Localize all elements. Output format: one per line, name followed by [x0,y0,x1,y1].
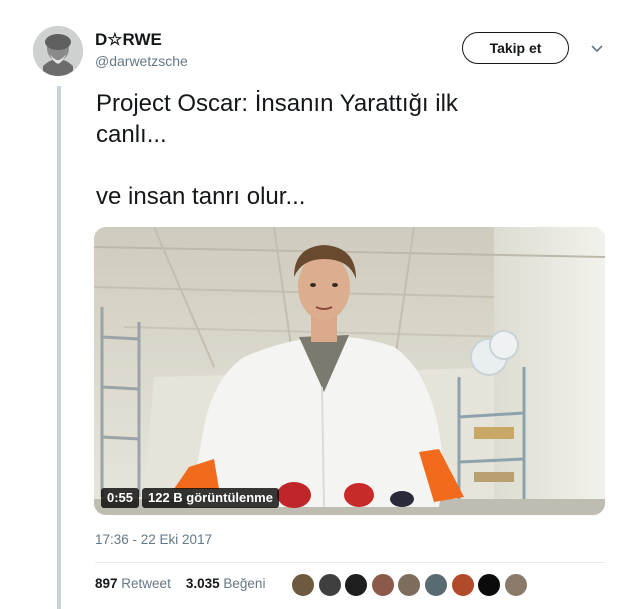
like-label[interactable]: Beğeni [223,576,265,591]
video-player[interactable] [94,227,605,515]
avatar-portrait-icon [33,26,83,76]
like-count[interactable]: 3.035 [186,576,220,591]
retweet-label[interactable]: Retweet [121,576,171,591]
liker-avatar[interactable] [291,573,315,597]
liker-avatar[interactable] [503,573,528,597]
liker-avatar[interactable] [450,573,475,597]
tweet-line: Project Oscar: İnsanın Yarattığı ilk [96,90,458,117]
tweet-line: ve insan tanrı olur... [96,183,306,210]
user-handle[interactable]: @darwetzsche [95,53,188,69]
chevron-down-icon[interactable] [590,41,604,59]
tweet-stats: 897 Retweet 3.035 Beğeni [95,576,265,591]
video-thumbnail [94,227,605,515]
tweet-timestamp[interactable]: 17:36 - 22 Eki 2017 [95,532,212,547]
video-duration: 0:55 [101,488,140,508]
avatar[interactable] [33,26,83,76]
retweet-count[interactable]: 897 [95,576,118,591]
divider [95,562,605,563]
follow-button[interactable]: Takip et [462,32,569,64]
liker-avatar[interactable] [477,573,502,597]
liker-avatar[interactable] [423,573,448,597]
liker-avatars [291,573,530,597]
tweet-text: Project Oscar: İnsanın Yarattığı ilk can… [96,88,596,212]
liker-avatar[interactable] [317,573,342,597]
liker-avatar[interactable] [397,573,422,597]
thread-line [57,86,61,609]
tweet-line: canlı... [96,121,167,148]
liker-avatar[interactable] [344,573,369,597]
liker-avatar[interactable] [370,573,395,597]
display-name[interactable]: D☆RWE [95,30,162,50]
view-count: 122 B görüntülenme [142,488,279,508]
